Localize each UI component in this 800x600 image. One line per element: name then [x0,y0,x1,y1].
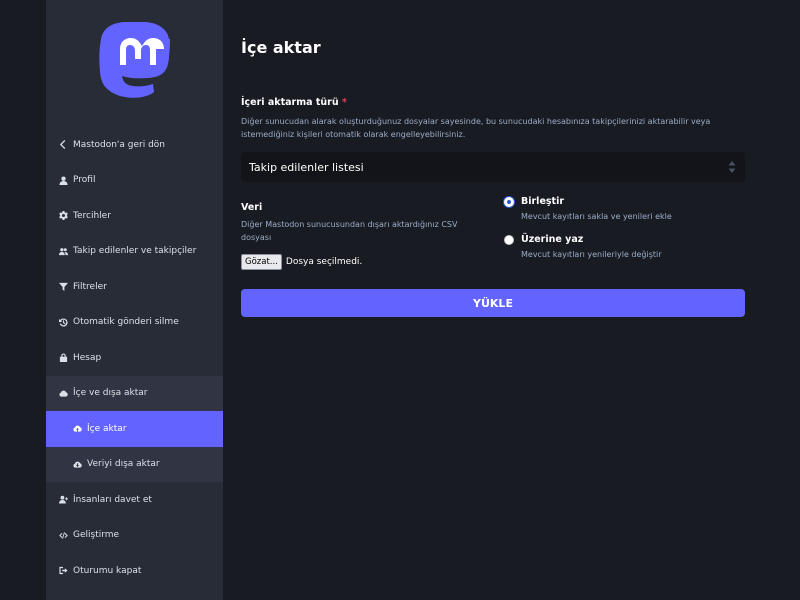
import-type-select[interactable]: Takip edilenler listesi [241,152,745,182]
radio-button-checked[interactable] [504,197,514,207]
sidebar-item-label: İçe ve dışa aktar [73,388,148,399]
history-icon [59,318,68,327]
sidebar-item-label: İnsanları davet et [73,494,152,505]
user-plus-icon [59,495,68,504]
sidebar-item-label: Oturumu kapat [73,565,142,576]
data-hint: Diğer Mastodon sunucusundan dışarı aktar… [241,220,458,242]
file-status: Dosya seçilmedi. [285,257,363,267]
sidebar-item-label: Mastodon'a geri dön [73,139,166,150]
sidebar-item-label: Takip edilenler ve takipçiler [73,246,197,257]
data-label: Veri [241,202,263,213]
filter-icon [59,282,68,292]
sidebar-item-preferences[interactable]: Tercihler [46,198,223,234]
lock-icon [59,353,68,363]
mode-option-hint: Mevcut kayıtları sakla ve yenileri ekle [521,212,672,221]
radio-button-unchecked[interactable] [504,235,514,245]
mastodon-logo[interactable] [99,22,171,100]
sidebar-item-import-export[interactable]: İçe ve dışa aktar [46,375,223,411]
sidebar-item-back[interactable]: Mastodon'a geri dön [46,127,223,163]
sidebar-item-label: İçe aktar [87,423,127,434]
sidebar-item-auto-delete[interactable]: Otomatik gönderi silme [46,305,223,341]
sidebar-item-logout[interactable]: Oturumu kapat [46,553,223,589]
sidebar-item-account[interactable]: Hesap [46,340,223,376]
sidebar-item-export[interactable]: Veriyi dışa aktar [46,446,223,482]
sidebar-item-profile[interactable]: Profil [46,163,223,199]
required-mark: * [341,97,347,108]
sidebar-item-label: Otomatik gönderi silme [73,317,179,328]
sidebar-item-development[interactable]: Geliştirme [46,518,223,554]
sign-out-icon [59,566,68,575]
mode-option-label: Birleştir [521,196,565,207]
import-type-selected-value: Takip edilenler listesi [249,160,364,174]
sidebar-item-label: Tercihler [73,210,111,221]
data-field: Veri Diğer Mastodon sunucusundan dışarı … [241,202,481,270]
cloud-upload-icon [73,424,82,433]
select-arrows-icon [728,161,736,173]
user-icon [59,176,68,185]
users-icon [59,247,68,256]
mode-option-merge[interactable]: Birleştir Mevcut kayıtları sakla ve yeni… [503,196,743,221]
mode-option-label: Üzerine yaz [521,234,584,245]
import-type-label: İçeri aktarma türü * [241,97,347,108]
sidebar-item-invites[interactable]: İnsanları davet et [46,482,223,518]
mode-option-hint: Mevcut kayıtları yenileriyle değiştir [521,250,662,259]
page-title: İçe aktar [241,38,321,57]
cloud-download-icon [73,460,82,469]
sidebar-nav: Mastodon'a geri dön Profil Tercihler Tak… [46,127,223,589]
mode-radio-group: Birleştir Mevcut kayıtları sakla ve yeni… [503,196,743,272]
sidebar-item-label: Veriyi dışa aktar [87,459,160,470]
sidebar: Mastodon'a geri dön Profil Tercihler Tak… [46,0,223,600]
cloud-icon [59,389,68,398]
sidebar-item-label: Filtreler [73,281,107,292]
sidebar-item-label: Geliştirme [73,530,120,541]
sidebar-item-relationships[interactable]: Takip edilenler ve takipçiler [46,234,223,270]
code-icon [59,531,68,540]
sidebar-item-filters[interactable]: Filtreler [46,269,223,305]
mode-option-overwrite[interactable]: Üzerine yaz Mevcut kayıtları yenileriyle… [503,234,743,259]
import-type-hint: Diğer sunucudan alarak oluşturduğunuz do… [241,117,711,139]
chevron-left-icon [59,140,68,150]
gear-icon [59,211,68,221]
file-input: Gözat... Dosya seçilmedi. [241,254,481,270]
sidebar-item-import[interactable]: İçe aktar [46,411,223,447]
sidebar-item-label: Hesap [73,352,102,363]
import-type-label-text: İçeri aktarma türü [241,97,339,108]
sidebar-item-label: Profil [73,175,96,186]
upload-button[interactable]: YÜKLE [241,289,745,317]
browse-button[interactable]: Gözat... [241,254,282,270]
